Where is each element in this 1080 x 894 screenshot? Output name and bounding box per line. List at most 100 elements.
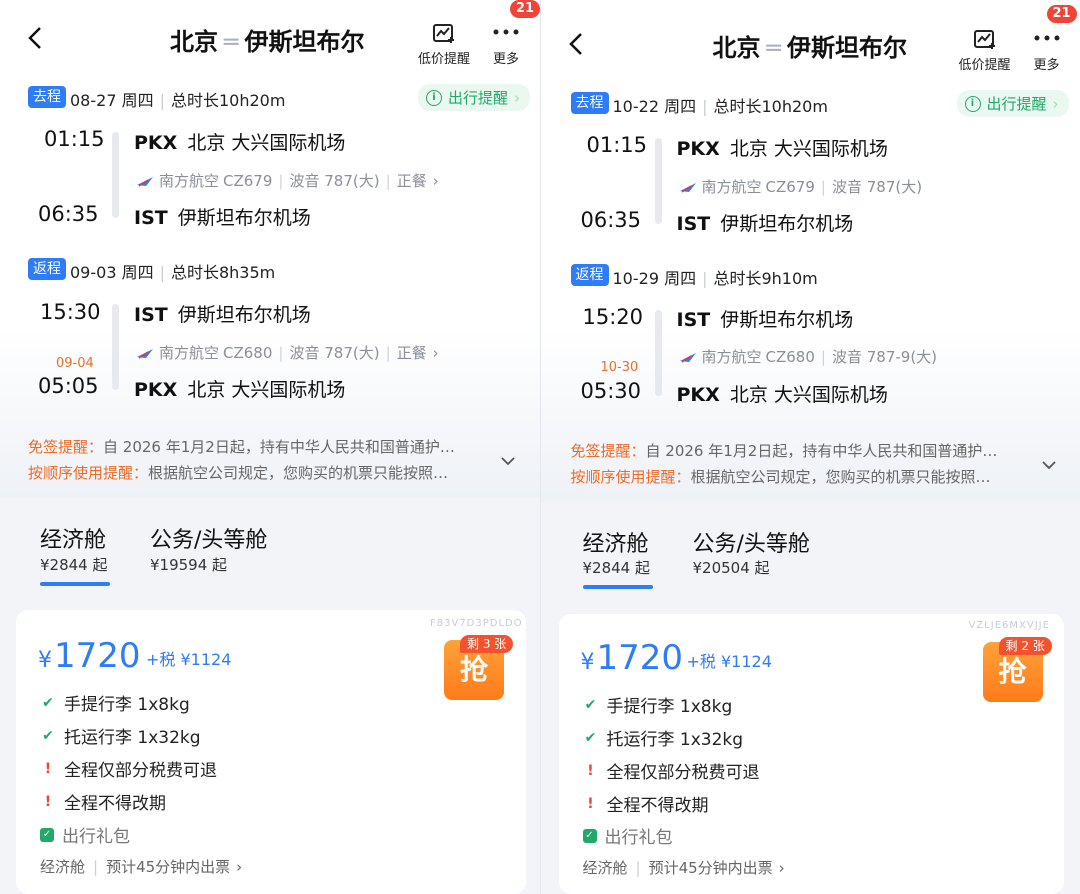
economy-price: ¥2844 起 xyxy=(40,556,108,574)
fare-code: VZLJE6MXVJJE xyxy=(968,620,1050,631)
warning-icon: ! xyxy=(587,762,594,779)
tab-business-first[interactable]: 公务/头等舱 xyxy=(150,522,267,554)
more-dots-icon xyxy=(1034,35,1059,41)
flight-timeline xyxy=(654,310,662,396)
active-tab-indicator xyxy=(582,585,653,589)
return-arrival-airport: PKX 北京 大兴国际机场 xyxy=(134,379,346,401)
outbound-meta: 10-22 周四 | 总时长10h20m xyxy=(612,97,828,116)
ticketing-info[interactable]: 经济舱 | 预计45分钟内出票 › xyxy=(40,856,242,877)
more-dots-icon xyxy=(493,29,519,35)
tab-business-first[interactable]: 公务/头等舱 xyxy=(693,526,810,558)
return-arrival-airport: PKX 北京 大兴国际机场 xyxy=(676,384,888,406)
outbound-flight-info[interactable]: 南方航空 CZ679 | 波音 787(大) xyxy=(679,176,922,197)
trip-reminder-button[interactable]: i 出行提醒 › xyxy=(418,84,531,111)
trip-reminder-button[interactable]: i 出行提醒 › xyxy=(956,90,1069,117)
tab-economy[interactable]: 经济舱 xyxy=(40,522,106,554)
travel-gift[interactable]: ✓ 出行礼包 xyxy=(582,823,673,848)
airline-logo-icon xyxy=(137,348,153,359)
check-icon: ✔ xyxy=(42,727,54,744)
price-alert-button[interactable]: 低价提醒 xyxy=(955,28,1015,73)
check-icon: ✔ xyxy=(584,729,597,746)
info-icon: i xyxy=(426,89,442,106)
return-flight-info[interactable]: 南方航空 CZ680 | 波音 787-9(大) xyxy=(679,346,937,367)
fare-tax: +税 ¥1124 xyxy=(146,650,232,669)
destination-city: 伊斯坦布尔 xyxy=(244,28,365,56)
arrival-date: 10-30 xyxy=(600,360,639,375)
tab-economy[interactable]: 经济舱 xyxy=(583,526,649,558)
origin-city: 北京 xyxy=(170,28,218,56)
notification-badge: 21 xyxy=(1046,5,1077,23)
business-price: ¥20504 起 xyxy=(692,559,770,577)
feature-refund: ! 全程仅部分税费可退 xyxy=(583,758,759,784)
outbound-departure-airport: PKX 北京 大兴国际机场 xyxy=(676,138,888,160)
airline-logo-icon xyxy=(137,176,153,187)
chevron-right-icon: › xyxy=(432,171,439,190)
feature-refund: ! 全程仅部分税费可退 xyxy=(40,756,217,782)
outbound-flight-info[interactable]: 南方航空 CZ679 | 波音 787(大) | 正餐 › xyxy=(136,170,439,191)
flight-timeline xyxy=(112,304,119,390)
route-title: 北京 ═ 伊斯坦布尔 xyxy=(713,28,907,63)
order-notice: 按顺序使用提醒：根据航空公司规定，您购买的机票只能按照… xyxy=(28,464,449,482)
price-alert-icon xyxy=(973,30,995,49)
warning-icon: ! xyxy=(587,795,594,812)
notification-badge: 21 xyxy=(510,0,540,18)
visa-notice: 免签提醒：自 2026 年1月2日起，持有中华人民共和国普通护… xyxy=(570,442,998,460)
return-tag: 返程 xyxy=(28,258,66,280)
price-alert-button[interactable]: 低价提醒 xyxy=(414,22,474,67)
return-flight-info[interactable]: 南方航空 CZ680 | 波音 787(大) | 正餐 › xyxy=(136,342,439,363)
outbound-arrival-airport: IST 伊斯坦布尔机场 xyxy=(676,213,854,235)
return-departure-airport: IST 伊斯坦布尔机场 xyxy=(676,309,854,331)
more-button[interactable]: 更多 xyxy=(476,22,536,67)
airline-logo-icon xyxy=(679,352,696,363)
chevron-right-icon: › xyxy=(778,858,785,877)
check-icon: ✔ xyxy=(584,696,597,713)
chevron-right-icon: › xyxy=(236,857,243,876)
ticketing-info[interactable]: 经济舱 | 预计45分钟内出票 › xyxy=(583,857,785,878)
more-button[interactable]: 更多 xyxy=(1017,28,1077,73)
feature-carryon: ✔ 手提行李 1x8kg xyxy=(583,692,733,718)
return-tag: 返程 xyxy=(570,264,609,286)
seats-left-badge: 剩 2 张 xyxy=(998,637,1052,655)
feature-carryon: ✔ 手提行李 1x8kg xyxy=(40,690,190,716)
gift-icon: ✓ xyxy=(40,827,54,842)
return-arrival-time: 05:30 xyxy=(580,379,642,403)
fare-price: ¥1720 xyxy=(580,638,684,678)
chevron-right-icon: › xyxy=(432,343,439,362)
business-price: ¥19594 起 xyxy=(150,556,228,574)
fare-code: F83V7D3PDLDO xyxy=(430,618,523,629)
price-alert-icon xyxy=(433,24,454,43)
round-trip-icon: ═ xyxy=(766,34,781,62)
active-tab-indicator xyxy=(40,582,110,586)
chevron-left-icon[interactable] xyxy=(563,26,591,62)
round-trip-icon: ═ xyxy=(224,28,239,56)
outbound-departure-time: 01:15 xyxy=(44,127,105,151)
travel-gift[interactable]: ✓ 出行礼包 xyxy=(40,822,130,847)
outbound-meta: 08-27 周四 | 总时长10h20m xyxy=(70,91,286,110)
chevron-left-icon[interactable] xyxy=(22,20,50,56)
order-notice: 按顺序使用提醒：根据航空公司规定，您购买的机票只能按照… xyxy=(570,468,991,486)
feature-change: ! 全程不得改期 xyxy=(583,791,708,817)
return-departure-time: 15:30 xyxy=(40,300,101,324)
info-icon: i xyxy=(964,95,981,112)
arrival-date: 09-04 xyxy=(56,356,94,371)
visa-notice: 免签提醒：自 2026 年1月2日起，持有中华人民共和国普通护… xyxy=(28,438,455,456)
return-meta: 09-03 周四 | 总时长8h35m xyxy=(70,263,276,282)
check-icon: ✔ xyxy=(42,694,54,711)
right-screenshot: 北京 ═ 伊斯坦布尔 低价提醒 更多 21 去程 10-22 周四 | 总时长10h20… xyxy=(540,0,1080,894)
outbound-arrival-time: 06:35 xyxy=(38,202,99,226)
chevron-down-icon[interactable] xyxy=(500,455,516,467)
airline-logo-icon xyxy=(679,182,696,193)
fare-price: ¥1720 xyxy=(38,636,141,676)
return-departure-airport: IST 伊斯坦布尔机场 xyxy=(134,304,311,326)
feature-change: ! 全程不得改期 xyxy=(40,789,166,815)
outbound-arrival-time: 06:35 xyxy=(580,208,642,232)
economy-price: ¥2844 起 xyxy=(582,559,651,577)
flight-timeline xyxy=(112,132,119,218)
fare-tax: +税 ¥1124 xyxy=(686,652,772,671)
return-meta: 10-29 周四 | 总时长9h10m xyxy=(612,269,818,288)
feature-checked-bag: ✔ 托运行李 1x32kg xyxy=(583,725,743,751)
outbound-tag: 去程 xyxy=(570,92,609,114)
warning-icon: ! xyxy=(44,793,52,810)
origin-city: 北京 xyxy=(712,34,761,62)
chevron-down-icon[interactable] xyxy=(1041,459,1057,471)
